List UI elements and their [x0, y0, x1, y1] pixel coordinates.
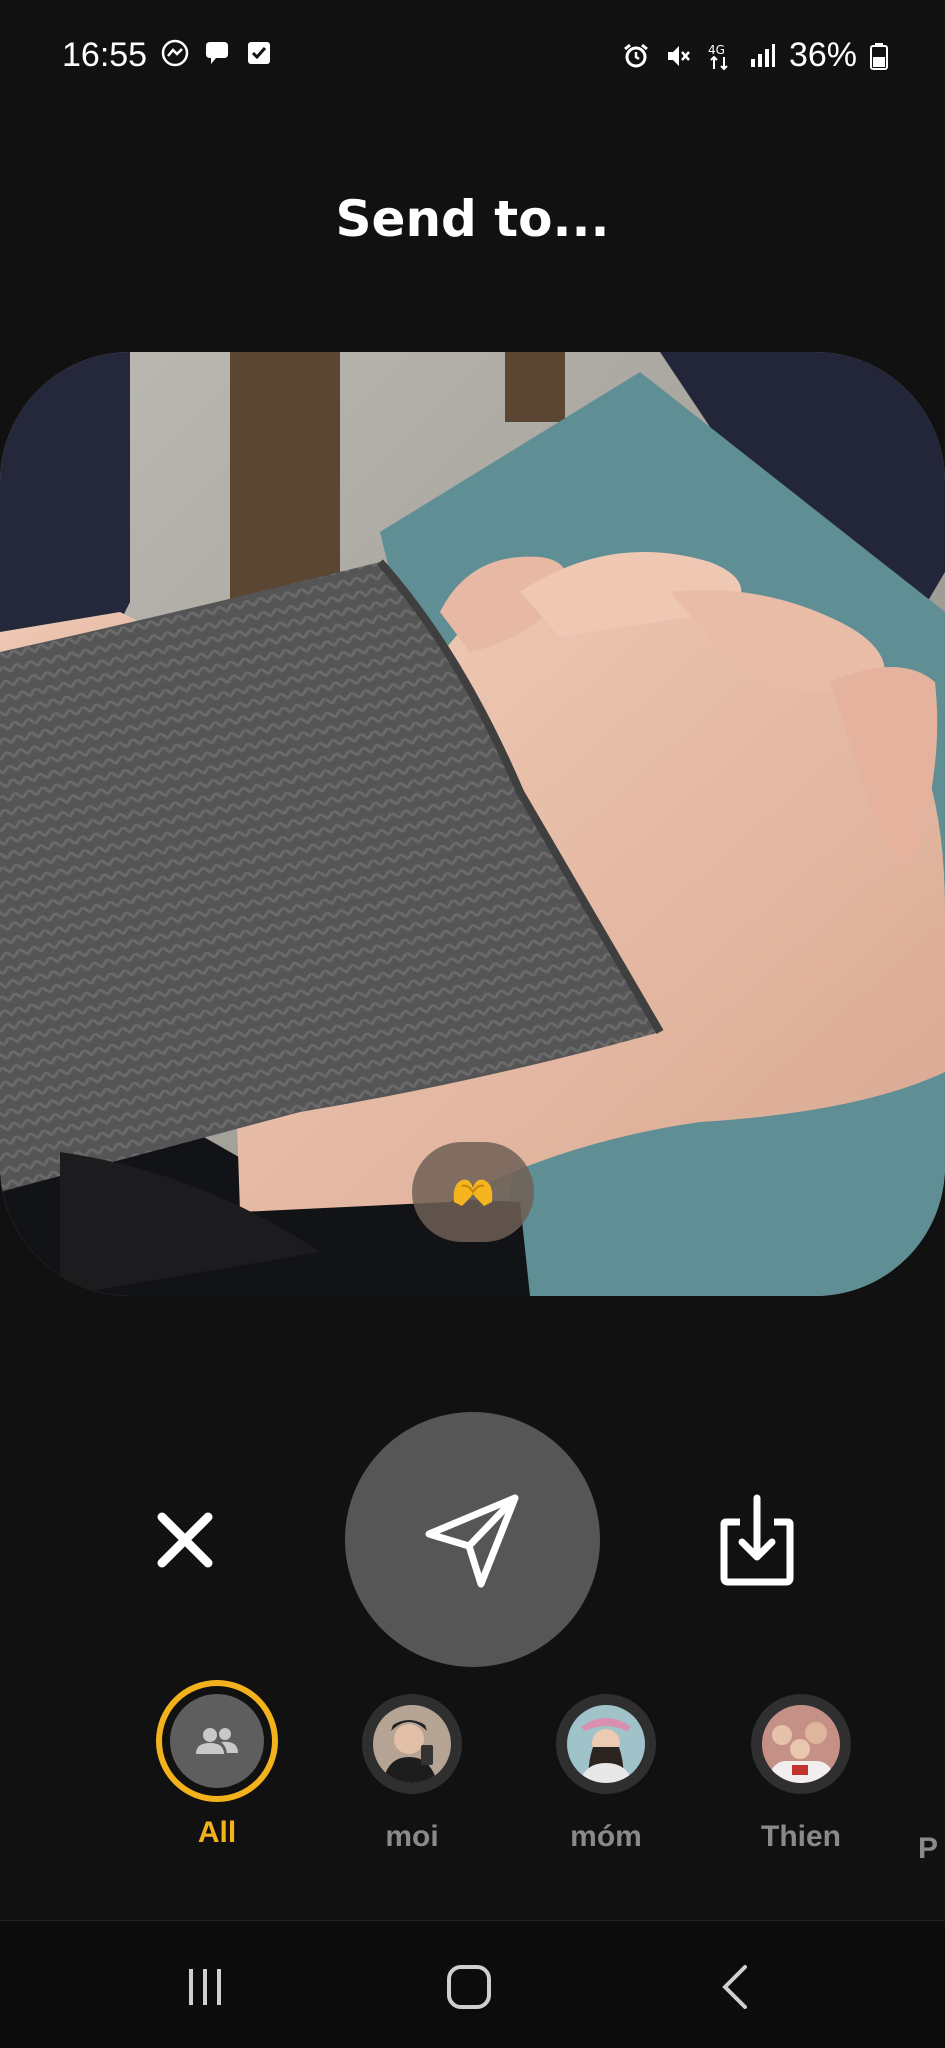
page-title: Send to...	[335, 190, 610, 248]
avatar	[567, 1705, 645, 1783]
home-icon	[447, 1965, 491, 2009]
messenger-icon	[161, 39, 189, 67]
avatar	[373, 1705, 451, 1783]
avatar-ring-selected	[156, 1680, 278, 1802]
download-icon	[720, 1494, 794, 1586]
notification-icons	[160, 38, 274, 68]
home-button[interactable]	[429, 1957, 509, 2017]
group-icon	[196, 1728, 238, 1754]
4g-icon: 4G	[708, 43, 728, 70]
recipient-label: móm	[570, 1820, 642, 1853]
recipient-mom[interactable]: móm	[526, 1680, 686, 1854]
mute-icon	[667, 45, 690, 66]
battery-icon	[870, 42, 888, 70]
recent-apps-icon	[189, 1969, 221, 2005]
alarm-icon	[624, 43, 648, 67]
send-button[interactable]	[345, 1412, 600, 1667]
battery-percent: 36%	[788, 36, 857, 74]
system-nav-bar	[0, 1920, 945, 2048]
back-icon	[722, 1965, 747, 2009]
heart-hands-icon	[453, 1179, 493, 1206]
checkbox-icon	[248, 42, 270, 64]
close-icon	[157, 1512, 213, 1568]
recipient-moi[interactable]: moi	[332, 1680, 492, 1854]
recipient-all[interactable]: All	[137, 1680, 297, 1850]
recipient-label: Thien	[761, 1820, 841, 1853]
close-button[interactable]	[140, 1495, 230, 1585]
save-button[interactable]	[712, 1490, 802, 1590]
reaction-button[interactable]	[412, 1142, 534, 1242]
recipient-label-partial[interactable]: P	[918, 1832, 938, 1866]
chat-bubble-icon	[206, 42, 228, 64]
signal-icon	[750, 43, 775, 67]
recipient-label: All	[197, 1816, 237, 1849]
avatar-ring	[362, 1694, 462, 1794]
svg-text:4G: 4G	[708, 43, 725, 57]
avatar-ring	[751, 1694, 851, 1794]
avatar-ring	[556, 1694, 656, 1794]
status-time: 16:55	[62, 36, 148, 74]
recipient-list: All moi móm Thien	[0, 1680, 945, 1880]
recipient-thien[interactable]: Thien	[721, 1680, 881, 1854]
status-right: 4G 36%	[621, 36, 889, 75]
avatar	[170, 1694, 264, 1788]
status-bar: 16:55 4G 36%	[0, 0, 945, 112]
send-icon	[425, 1494, 518, 1587]
recent-apps-button[interactable]	[165, 1957, 245, 2017]
back-button[interactable]	[695, 1957, 775, 2017]
avatar	[762, 1705, 840, 1783]
recipient-label: moi	[385, 1820, 439, 1853]
